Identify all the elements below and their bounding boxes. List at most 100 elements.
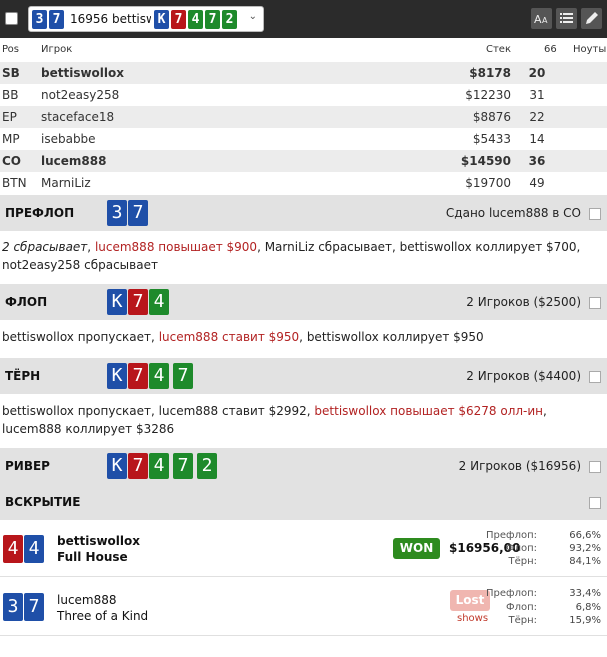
- row-hands: 49: [529, 176, 545, 190]
- river-card-3: 4: [149, 453, 169, 479]
- turn-card-4: 7: [173, 363, 193, 389]
- header-notes: Ноуты: [573, 44, 607, 55]
- row-pos: EP: [2, 110, 17, 124]
- board-card-3: 4: [188, 10, 203, 29]
- flop-card-3: 4: [149, 289, 169, 315]
- p2-eq-preflop: 33,4%: [569, 588, 601, 599]
- header-pos: Pos: [2, 44, 20, 55]
- hole-card-1: 3: [32, 10, 47, 29]
- row-pos: SB: [2, 66, 20, 80]
- showdown-checkbox[interactable]: [589, 497, 601, 509]
- p2-eq-turn: 15,9%: [569, 615, 601, 626]
- showdown-p2-hand: Three of a Kind: [57, 609, 149, 623]
- flop-card-1: K: [107, 289, 127, 315]
- preflop-card-2: 7: [128, 200, 148, 226]
- preflop-card-1: 3: [107, 200, 127, 226]
- hole-card-2: 7: [49, 10, 64, 29]
- showdown-p2-name[interactable]: lucem888: [57, 593, 117, 607]
- row-player[interactable]: bettiswollox: [41, 66, 124, 80]
- row-hands: 14: [529, 132, 545, 146]
- row-hands: 31: [529, 88, 545, 102]
- chevron-down-icon: ⌄: [248, 11, 257, 22]
- turn-action-2: bettiswollox повышает $6278 олл-ин: [314, 404, 544, 418]
- flop-action-1: bettiswollox пропускает: [2, 330, 152, 344]
- row-stack: $5433: [472, 132, 511, 146]
- row-player[interactable]: staceface18: [41, 110, 114, 124]
- p1-eq-label-turn: Тёрн:: [508, 556, 537, 567]
- preflop-info: Сдано lucem888 в CO: [445, 206, 581, 220]
- p2-eq-label-preflop: Префлоп:: [486, 588, 537, 599]
- list-icon[interactable]: [556, 8, 577, 29]
- showdown-section-header: ВСКРЫТИЕ: [0, 484, 607, 520]
- divider: [0, 635, 607, 636]
- preflop-action-2: lucem888 повышает $900: [94, 240, 258, 254]
- flop-info: 2 Игроков ($2500): [466, 295, 581, 309]
- row-player[interactable]: MarniLiz: [41, 176, 91, 190]
- hand-label: 16956 bettiswollox: [70, 12, 151, 26]
- pencil-icon[interactable]: [581, 8, 602, 29]
- p2-eq-flop: 6,8%: [575, 602, 601, 613]
- flop-action-3: bettiswollox коллирует $950: [306, 330, 484, 344]
- turn-action-1: bettiswollox пропускает, lucem888 ставит…: [2, 404, 307, 418]
- hand-selector-dropdown[interactable]: 3 7 16956 bettiswollox K 7 4 7 2 ⌄: [28, 6, 264, 32]
- row-pos: MP: [2, 132, 20, 146]
- svg-text:A: A: [534, 13, 542, 26]
- preflop-checkbox[interactable]: [589, 208, 601, 220]
- table-row[interactable]: BB not2easy258 $12230 31: [0, 84, 607, 106]
- row-stack: $12230: [465, 88, 511, 102]
- showdown-p1-name[interactable]: bettiswollox: [57, 534, 140, 548]
- showdown-p2-card-1: 3: [3, 593, 23, 621]
- p1-eq-turn: 84,1%: [569, 556, 601, 567]
- river-card-4: 7: [173, 453, 193, 479]
- turn-card-1: K: [107, 363, 127, 389]
- flop-actions: bettiswollox пропускает, lucem888 ставит…: [2, 330, 484, 344]
- row-hands: 36: [528, 154, 546, 168]
- flop-title: ФЛОП: [5, 295, 48, 309]
- board-card-5: 2: [222, 10, 237, 29]
- flop-checkbox[interactable]: [589, 297, 601, 309]
- p2-eq-label-flop: Флоп:: [505, 602, 537, 613]
- table-row[interactable]: EP staceface18 $8876 22: [0, 106, 607, 128]
- header-66: 66: [544, 44, 557, 55]
- row-player[interactable]: isebabbe: [41, 132, 96, 146]
- row-pos: BB: [2, 88, 19, 102]
- row-stack: $14590: [460, 154, 511, 168]
- row-hands: 22: [529, 110, 545, 124]
- turn-checkbox[interactable]: [589, 371, 601, 383]
- row-stack: $8178: [469, 66, 511, 80]
- table-row[interactable]: MP isebabbe $5433 14: [0, 128, 607, 150]
- preflop-action-3: MarniLiz сбрасывает, bettiswollox коллир…: [2, 240, 581, 272]
- select-hand-checkbox[interactable]: [5, 12, 18, 25]
- turn-title: ТЁРН: [5, 369, 41, 383]
- river-section-header: РИВЕР K 7 4 7 2 2 Игроков ($16956): [0, 448, 607, 484]
- turn-info: 2 Игроков ($4400): [466, 369, 581, 383]
- top-bar: 3 7 16956 bettiswollox K 7 4 7 2 ⌄ AA: [0, 0, 607, 38]
- board-card-1: K: [154, 10, 169, 29]
- flop-action-2: lucem888 ставит $950: [158, 330, 300, 344]
- row-hands: 20: [528, 66, 546, 80]
- divider: [0, 576, 607, 577]
- row-player[interactable]: lucem888: [41, 154, 106, 168]
- showdown-p1-card-2: 4: [24, 535, 44, 563]
- river-info: 2 Игроков ($16956): [458, 459, 581, 473]
- table-row[interactable]: BTN MarniLiz $19700 49: [0, 172, 607, 194]
- svg-text:A: A: [542, 16, 548, 25]
- flop-card-2: 7: [128, 289, 148, 315]
- turn-actions: bettiswollox пропускает, lucem888 ставит…: [2, 404, 547, 436]
- table-row[interactable]: CO lucem888 $14590 36: [0, 150, 607, 172]
- turn-action-3: lucem888 коллирует $3286: [2, 422, 175, 436]
- table-row[interactable]: SB bettiswollox $8178 20: [0, 62, 607, 84]
- font-size-icon[interactable]: AA: [531, 8, 552, 29]
- river-card-5: 2: [197, 453, 217, 479]
- turn-card-2: 7: [128, 363, 148, 389]
- row-stack: $19700: [465, 176, 511, 190]
- river-title: РИВЕР: [5, 459, 50, 473]
- river-checkbox[interactable]: [589, 461, 601, 473]
- preflop-actions: 2 сбрасывает, lucem888 повышает $900, Ma…: [2, 240, 581, 272]
- p1-eq-label-flop: Флоп:: [505, 543, 537, 554]
- row-player[interactable]: not2easy258: [41, 88, 119, 102]
- river-card-2: 7: [128, 453, 148, 479]
- won-badge: WON: [393, 538, 440, 559]
- row-stack: $8876: [472, 110, 511, 124]
- showdown-p1-hand: Full House: [57, 550, 128, 564]
